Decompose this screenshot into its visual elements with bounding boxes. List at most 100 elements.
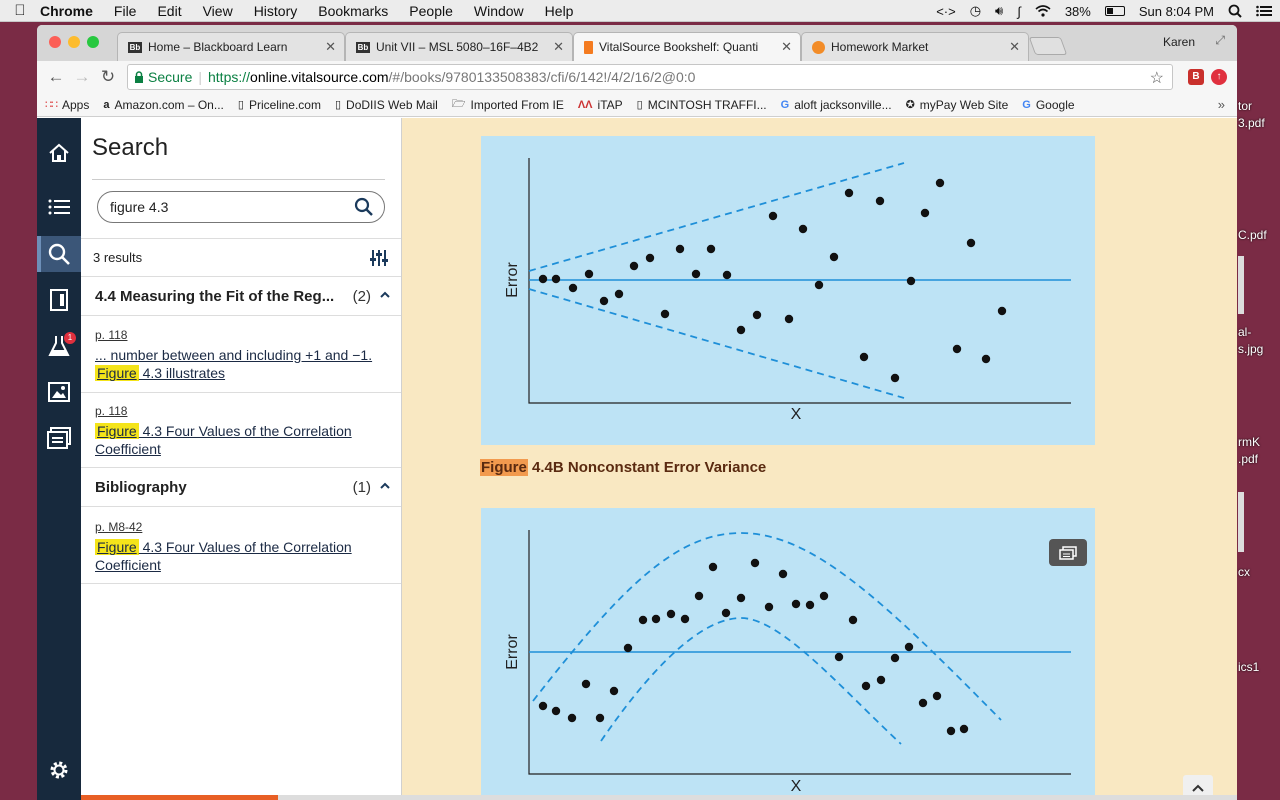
settings-gear-icon[interactable] xyxy=(37,752,81,788)
result-snippet[interactable]: Figure 4.3 Four Values of the Correlatio… xyxy=(95,422,395,458)
tab-vitalsource[interactable]: VitalSource Bookshelf: Quanti ✕ xyxy=(573,32,801,61)
desktop-label[interactable]: al- xyxy=(1238,325,1280,339)
desktop-label[interactable]: rmK xyxy=(1238,435,1280,449)
data-point xyxy=(584,269,594,279)
menu-edit[interactable]: Edit xyxy=(157,3,181,19)
data-point xyxy=(675,244,685,254)
desktop-label[interactable]: .pdf xyxy=(1238,452,1280,466)
bookmark-amazon[interactable]: a Amazon.com – On... xyxy=(103,98,224,112)
close-window-button[interactable] xyxy=(49,36,61,48)
data-point xyxy=(778,569,788,579)
bookmark-itap[interactable]: ΛΛ iTAP xyxy=(578,98,623,112)
figure-expand-button[interactable] xyxy=(1049,539,1087,566)
search-input[interactable] xyxy=(110,199,340,215)
image-gallery-icon[interactable] xyxy=(37,374,81,410)
volume-icon[interactable]: 🔊︎ xyxy=(995,3,1003,19)
menu-window[interactable]: Window xyxy=(474,3,524,19)
time-machine-icon[interactable]: ◷ xyxy=(970,3,981,19)
fullscreen-icon[interactable]: ⤢ xyxy=(1215,33,1225,48)
notes-icon[interactable] xyxy=(37,420,81,456)
bookmark-label: MCINTOSH TRAFFI... xyxy=(647,97,767,112)
desktop-label[interactable]: cx xyxy=(1238,565,1280,579)
notification-center-icon[interactable] xyxy=(1256,5,1272,17)
bookmark-label: Amazon.com – On... xyxy=(114,97,224,112)
home-icon[interactable] xyxy=(37,135,81,171)
extension-upload-icon[interactable]: ↑ xyxy=(1211,69,1227,85)
filter-sliders-icon[interactable] xyxy=(369,248,389,268)
close-tab-icon[interactable]: ✕ xyxy=(1009,39,1020,55)
wifi-icon[interactable] xyxy=(1035,5,1051,17)
secure-indicator[interactable]: Secure xyxy=(134,69,192,85)
data-point xyxy=(859,352,869,362)
menu-view[interactable]: View xyxy=(203,3,233,19)
bookmark-priceline[interactable]: ▯ Priceline.com xyxy=(238,98,321,112)
result-snippet[interactable]: ... number between and including +1 and … xyxy=(95,346,395,382)
result-page[interactable]: p. 118 xyxy=(95,404,395,418)
desktop-file-thumbnail[interactable] xyxy=(1238,492,1244,552)
bookmark-apps[interactable]: ∷∷ Apps xyxy=(45,98,89,112)
menu-people[interactable]: People xyxy=(409,3,453,19)
bookmark-mypay[interactable]: ✪ myPay Web Site xyxy=(906,98,1009,112)
desktop-label[interactable]: 3.pdf xyxy=(1238,116,1280,130)
menu-history[interactable]: History xyxy=(254,3,298,19)
zoom-window-button[interactable] xyxy=(87,36,99,48)
bookmark-google[interactable]: G Google xyxy=(1022,98,1074,112)
clock[interactable]: Sun 8:04 PM xyxy=(1139,4,1214,19)
desktop-file-thumbnail[interactable] xyxy=(1238,256,1244,314)
search-submit-icon[interactable] xyxy=(354,197,374,217)
chevron-up-icon[interactable] xyxy=(379,289,391,301)
menu-file[interactable]: File xyxy=(114,3,137,19)
back-icon[interactable]: ← xyxy=(43,67,69,87)
bookmark-dodiis[interactable]: ▯ DoDIIS Web Mail xyxy=(335,98,438,112)
table-of-contents-icon[interactable] xyxy=(37,189,81,225)
spotlight-icon[interactable] xyxy=(1228,4,1242,18)
desktop-label[interactable]: s.jpg xyxy=(1238,342,1280,356)
desktop-label[interactable]: tor xyxy=(1238,99,1280,113)
battery-icon[interactable] xyxy=(1104,6,1125,16)
result-page[interactable]: p. M8-42 xyxy=(95,520,395,534)
google-icon: G xyxy=(1022,98,1031,111)
bookmark-aloft[interactable]: Galoft jacksonville... xyxy=(781,98,892,112)
tab-homework-market[interactable]: Homework Market ✕ xyxy=(801,32,1029,61)
amazon-icon: a xyxy=(103,98,110,111)
bluetooth-icon[interactable]: ∫ xyxy=(1017,4,1021,19)
data-point xyxy=(829,252,839,262)
desktop-label[interactable]: C.pdf xyxy=(1238,228,1280,242)
close-tab-icon[interactable]: ✕ xyxy=(325,39,336,55)
menu-chrome[interactable]: Chrome xyxy=(40,3,93,19)
search-result[interactable]: p. 118 Figure 4.3 Four Values of the Cor… xyxy=(95,404,395,458)
reload-icon[interactable]: ↻ xyxy=(95,67,121,87)
browser-window: Bb Home – Blackboard Learn ✕ Bb Unit VII… xyxy=(37,25,1237,800)
result-section-header[interactable]: Bibliography (1) xyxy=(81,467,401,507)
code-icon[interactable]: <·> xyxy=(936,4,956,19)
tab-unit-vii[interactable]: Bb Unit VII – MSL 5080–16F–4B2 ✕ xyxy=(345,32,573,61)
close-tab-icon[interactable]: ✕ xyxy=(553,39,564,55)
forward-icon[interactable]: → xyxy=(69,67,95,87)
result-section-header[interactable]: 4.4 Measuring the Fit of the Reg... (2) xyxy=(81,276,401,316)
bookmark-imported-ie[interactable]: 🗁︎ Imported From IE xyxy=(452,95,564,114)
result-snippet[interactable]: Figure 4.3 Four Values of the Correlatio… xyxy=(95,538,395,574)
minimize-window-button[interactable] xyxy=(68,36,80,48)
result-page[interactable]: p. 118 xyxy=(95,328,395,342)
address-bar[interactable]: Secure | https:// online.vitalsource.com… xyxy=(127,64,1173,90)
bookmark-mcintosh[interactable]: ▯ MCINTOSH TRAFFI... xyxy=(637,98,767,112)
google-icon: G xyxy=(780,98,790,111)
close-tab-icon[interactable]: ✕ xyxy=(781,39,792,55)
flashcards-icon[interactable] xyxy=(37,282,81,318)
chevron-up-icon[interactable] xyxy=(379,480,391,492)
profile-name[interactable]: Karen xyxy=(1163,35,1195,49)
search-field[interactable] xyxy=(97,191,385,223)
new-tab-button[interactable] xyxy=(1028,37,1068,55)
apple-menu-icon[interactable]:  xyxy=(0,2,40,19)
tab-blackboard-home[interactable]: Bb Home – Blackboard Learn ✕ xyxy=(117,32,345,61)
extension-icon[interactable]: B xyxy=(1188,69,1204,85)
search-result[interactable]: p. 118 ... number between and including … xyxy=(95,328,395,382)
more-bookmarks-icon[interactable]: » xyxy=(1218,97,1225,112)
menu-bookmarks[interactable]: Bookmarks xyxy=(318,3,388,19)
lab-flask-icon[interactable]: 1 xyxy=(37,328,81,364)
search-result[interactable]: p. M8-42 Figure 4.3 Four Values of the C… xyxy=(95,520,395,574)
menu-help[interactable]: Help xyxy=(545,3,574,19)
search-icon[interactable] xyxy=(37,236,81,272)
desktop-label[interactable]: ics1 xyxy=(1238,660,1280,674)
bookmark-star-icon[interactable]: ☆ xyxy=(1150,68,1164,88)
